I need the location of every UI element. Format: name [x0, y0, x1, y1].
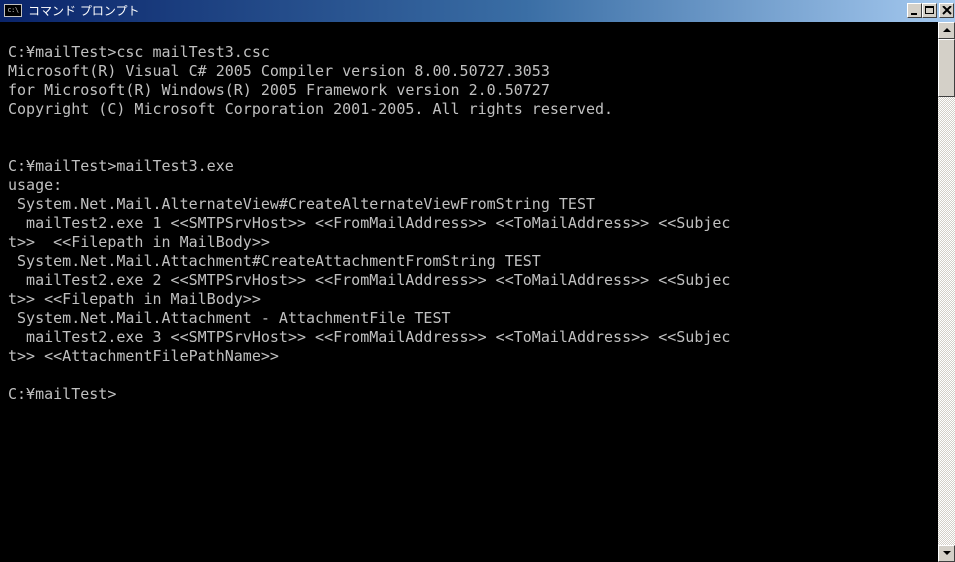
maximize-button[interactable] — [922, 3, 937, 18]
console-line: C:¥mailTest> — [8, 385, 117, 403]
console-output[interactable]: C:¥mailTest>csc mailTest3.csc Microsoft(R… — [0, 22, 938, 562]
close-icon — [942, 6, 952, 15]
vertical-scrollbar[interactable] — [938, 22, 955, 562]
title-bar[interactable]: c:\ コマンド プロンプト — [0, 0, 955, 22]
console-line: mailTest2.exe 1 <<SMTPSrvHost>> <<FromMa… — [8, 214, 731, 232]
console-line: t>> <<AttachmentFilePathName>> — [8, 347, 279, 365]
console-line: mailTest2.exe 2 <<SMTPSrvHost>> <<FromMa… — [8, 271, 731, 289]
console-line: System.Net.Mail.Attachment#CreateAttachm… — [8, 252, 541, 270]
console-line: for Microsoft(R) Windows(R) 2005 Framewo… — [8, 81, 550, 99]
console-line: C:¥mailTest>mailTest3.exe — [8, 157, 234, 175]
console-line: usage: — [8, 176, 63, 194]
cmd-icon[interactable]: c:\ — [4, 4, 22, 17]
close-button[interactable] — [939, 3, 954, 18]
minimize-button[interactable] — [907, 3, 922, 18]
scroll-up-button[interactable] — [938, 22, 955, 39]
console-line: System.Net.Mail.AlternateView#CreateAlte… — [8, 195, 595, 213]
console-line: C:¥mailTest>csc mailTest3.csc — [8, 43, 270, 61]
console-line: Microsoft(R) Visual C# 2005 Compiler ver… — [8, 62, 550, 80]
command-prompt-window: c:\ コマンド プロンプト C:¥mailTest>csc mailTest3… — [0, 0, 955, 562]
console-line: Copyright (C) Microsoft Corporation 2001… — [8, 100, 614, 118]
console-line: System.Net.Mail.Attachment - AttachmentF… — [8, 309, 451, 327]
window-title: コマンド プロンプト — [28, 4, 140, 18]
console-line: mailTest2.exe 3 <<SMTPSrvHost>> <<FromMa… — [8, 328, 731, 346]
console-line: t>> <<Filepath in MailBody>> — [8, 233, 270, 251]
console-line: t>> <<Filepath in MailBody>> — [8, 290, 261, 308]
scroll-down-button[interactable] — [938, 545, 955, 562]
scroll-thumb[interactable] — [938, 39, 955, 97]
